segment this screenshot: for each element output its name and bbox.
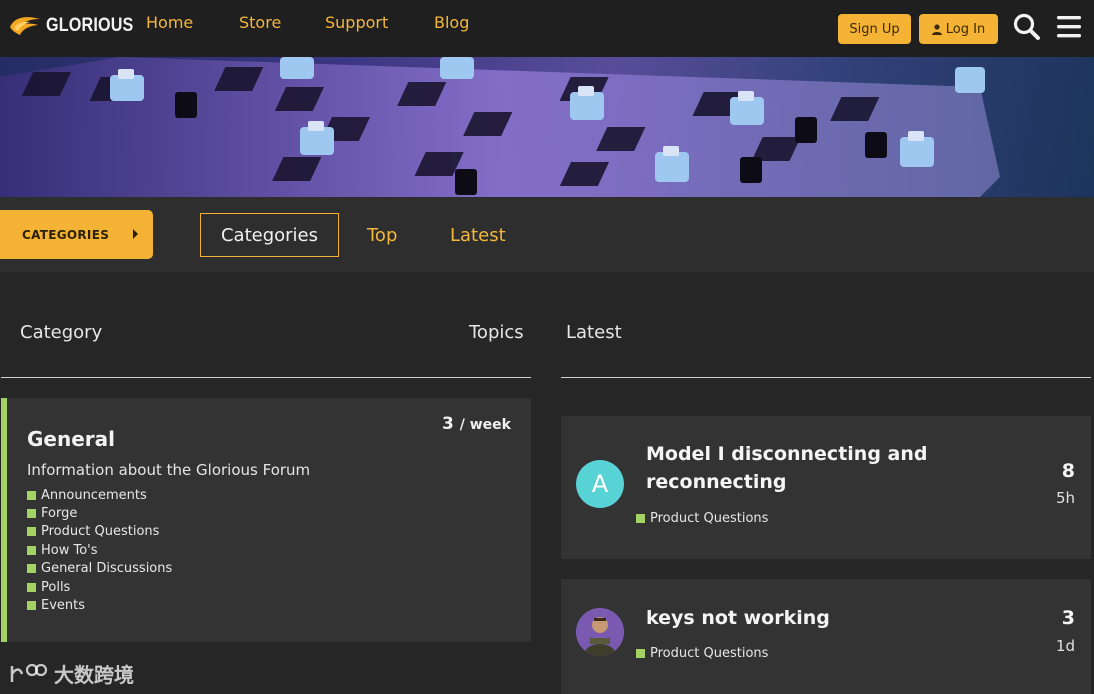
category-color-swatch xyxy=(27,527,36,537)
caret-right-icon xyxy=(133,229,138,239)
subcategory-list: Announcements Forge Product Questions Ho… xyxy=(27,486,172,615)
subcategory-forge[interactable]: Forge xyxy=(27,504,172,522)
subcategory-label: Announcements xyxy=(41,487,147,503)
topic-title[interactable]: keys not working xyxy=(646,604,946,632)
categories-dropdown-button[interactable]: CATEGORIES xyxy=(0,210,153,259)
category-color-swatch xyxy=(27,490,36,500)
nav-store[interactable]: Store xyxy=(239,13,281,32)
topic-category-badge[interactable]: Product Questions xyxy=(636,511,768,526)
category-color-swatch xyxy=(27,509,36,519)
category-description: Information about the Glorious Forum xyxy=(27,461,311,479)
category-title[interactable]: General xyxy=(27,427,115,451)
log-in-button[interactable]: Log In xyxy=(919,14,998,44)
subcategory-label: General Discussions xyxy=(41,561,173,577)
subcategory-events[interactable]: Events xyxy=(27,596,172,614)
avatar-letter: A xyxy=(591,470,609,498)
topic-category-badge[interactable]: Product Questions xyxy=(636,646,768,661)
subcategory-general-discussions[interactable]: General Discussions xyxy=(27,560,172,578)
site-header: GLORIOUS Home Store Support Blog Sign Up… xyxy=(0,0,1094,57)
topic-row[interactable]: keys not working Product Questions 3 1d xyxy=(561,579,1091,694)
category-color-swatch xyxy=(27,582,36,592)
categories-button-label: CATEGORIES xyxy=(22,227,110,242)
tab-latest[interactable]: Latest xyxy=(450,213,506,257)
avatar[interactable] xyxy=(576,608,624,656)
subcategory-announcements[interactable]: Announcements xyxy=(27,486,172,504)
topic-age[interactable]: 5h xyxy=(1056,489,1075,507)
sign-up-label: Sign Up xyxy=(849,21,900,37)
nav-home[interactable]: Home xyxy=(146,13,193,32)
hamburger-menu-icon[interactable] xyxy=(1055,12,1085,42)
glorious-flame-icon xyxy=(10,17,40,35)
watermark-text: 大数跨境 xyxy=(54,663,134,687)
category-header-divider xyxy=(1,377,531,378)
subcategory-label: Forge xyxy=(41,506,78,522)
topic-category-label: Product Questions xyxy=(650,646,769,661)
log-in-label: Log In xyxy=(945,21,986,37)
logo-text: GLORIOUS xyxy=(46,15,134,36)
watermark: 大数跨境 xyxy=(8,659,134,688)
topic-title[interactable]: Model I disconnecting and reconnecting xyxy=(646,440,946,496)
subcategory-polls[interactable]: Polls xyxy=(27,578,172,596)
nav-support[interactable]: Support xyxy=(325,13,388,32)
subcategory-label: Product Questions xyxy=(41,524,160,540)
topic-row[interactable]: A Model I disconnecting and reconnecting… xyxy=(561,416,1091,559)
subcategory-label: Polls xyxy=(41,579,71,595)
sub-navigation: CATEGORIES Categories Top Latest xyxy=(0,197,1094,272)
column-header-topics: Topics xyxy=(469,322,524,343)
category-color-swatch xyxy=(27,545,36,555)
topic-post-count: 3 xyxy=(1061,607,1075,629)
category-color-swatch xyxy=(636,649,645,658)
category-color-swatch xyxy=(636,514,645,523)
subcategory-label: How To's xyxy=(41,542,98,558)
watermark-logo-icon xyxy=(10,663,48,682)
topics-per-week: 3 / week xyxy=(442,414,511,434)
topic-age[interactable]: 1d xyxy=(1056,637,1075,655)
topics-rate-unit: / week xyxy=(459,417,511,433)
user-photo-icon xyxy=(576,608,624,656)
category-color-swatch xyxy=(27,601,36,611)
subcategory-label: Events xyxy=(41,598,86,614)
tab-top[interactable]: Top xyxy=(367,213,397,257)
keyboard-illustration xyxy=(0,57,1094,197)
column-header-category: Category xyxy=(20,322,103,343)
topic-post-count: 8 xyxy=(1061,460,1075,482)
glorious-logo[interactable]: GLORIOUS xyxy=(8,13,149,39)
category-card-general[interactable]: General 3 / week Information about the G… xyxy=(1,398,531,642)
subcategory-how-tos[interactable]: How To's xyxy=(27,541,172,559)
latest-header-divider xyxy=(561,377,1091,378)
sign-up-button[interactable]: Sign Up xyxy=(838,14,911,44)
category-color-swatch xyxy=(27,564,36,574)
column-header-latest: Latest xyxy=(566,322,622,343)
topic-category-label: Product Questions xyxy=(650,511,769,526)
subcategory-product-questions[interactable]: Product Questions xyxy=(27,523,172,541)
search-icon[interactable] xyxy=(1012,12,1042,42)
avatar[interactable]: A xyxy=(576,460,624,508)
topics-rate-value: 3 xyxy=(442,414,454,434)
keyboard-banner-image xyxy=(0,57,1094,197)
tab-categories[interactable]: Categories xyxy=(200,213,339,257)
user-icon xyxy=(931,23,942,35)
nav-blog[interactable]: Blog xyxy=(434,13,469,32)
